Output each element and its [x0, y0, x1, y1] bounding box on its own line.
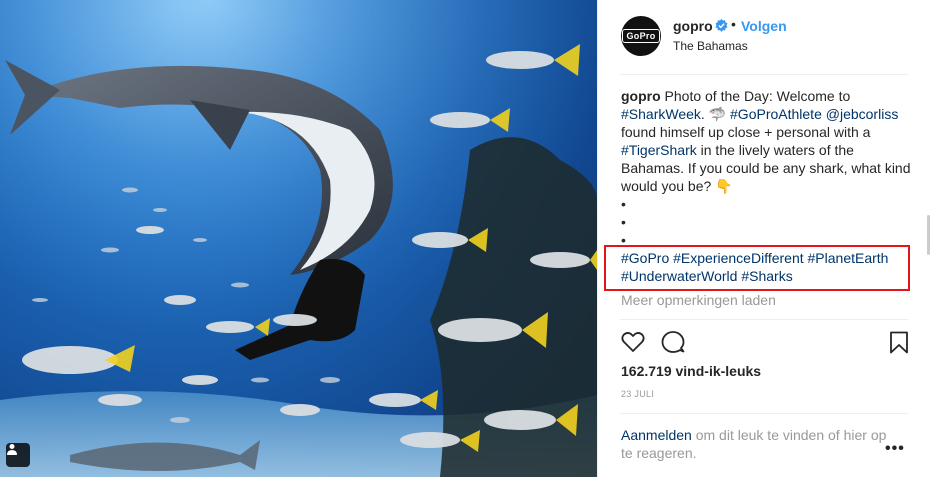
caption-text: gopro Photo of the Day: Welcome to #Shar… — [621, 87, 911, 195]
heart-outline-icon[interactable] — [621, 331, 645, 353]
comment-bubble-icon[interactable] — [661, 330, 685, 354]
post-photo[interactable] — [0, 0, 597, 477]
hashtag-sharkweek[interactable]: #SharkWeek — [621, 106, 701, 122]
post-date[interactable]: 23 JULI — [621, 389, 654, 399]
caption-segment: Photo of the Day: Welcome to — [660, 88, 851, 104]
avatar[interactable]: GoPro — [621, 16, 661, 56]
location-link[interactable]: The Bahamas — [673, 39, 748, 53]
person-icon — [7, 444, 17, 455]
hashtag-highlight-box — [604, 245, 910, 291]
hashtag-tigershark[interactable]: #TigerShark — [621, 142, 697, 158]
caption-bullets: • • • — [621, 195, 911, 249]
username-link[interactable]: gopro — [673, 18, 713, 34]
load-more-comments-link[interactable]: Meer opmerkingen laden — [621, 292, 776, 308]
header-divider — [620, 74, 908, 75]
gopro-logo: GoPro — [622, 29, 660, 43]
caption-segment: . 🦈 — [700, 106, 731, 122]
scrollbar[interactable] — [927, 215, 930, 255]
login-prompt: Aanmelden om dit leuk te vinden of hier … — [621, 426, 891, 462]
tagged-user-button[interactable] — [6, 443, 30, 467]
caption-segment: found himself up close + personal with a — [621, 124, 871, 140]
comments-divider — [620, 319, 908, 320]
bullet: • — [621, 196, 626, 212]
underwater-scene-image — [0, 0, 597, 477]
instagram-post: GoPro gopro • Volgen The Bahamas gopro P… — [0, 0, 932, 477]
hashtag-goproathlete[interactable]: #GoProAthlete — [730, 106, 822, 122]
login-link[interactable]: Aanmelden — [621, 427, 692, 443]
more-options-button[interactable]: ••• — [885, 440, 905, 458]
like-count[interactable]: 162.719 vind-ik-leuks — [621, 363, 761, 379]
bookmark-icon[interactable] — [889, 331, 909, 354]
footer-divider — [620, 413, 908, 414]
follow-button[interactable]: Volgen — [741, 18, 787, 34]
separator-dot: • — [731, 16, 736, 32]
mention-jebcorliss[interactable]: @jebcorliss — [826, 106, 899, 122]
bullet: • — [621, 214, 626, 230]
verified-badge-icon — [715, 19, 728, 32]
post-header: GoPro gopro • Volgen The Bahamas — [598, 0, 932, 74]
post-sidebar: GoPro gopro • Volgen The Bahamas gopro P… — [597, 0, 932, 477]
caption-username[interactable]: gopro — [621, 88, 661, 104]
